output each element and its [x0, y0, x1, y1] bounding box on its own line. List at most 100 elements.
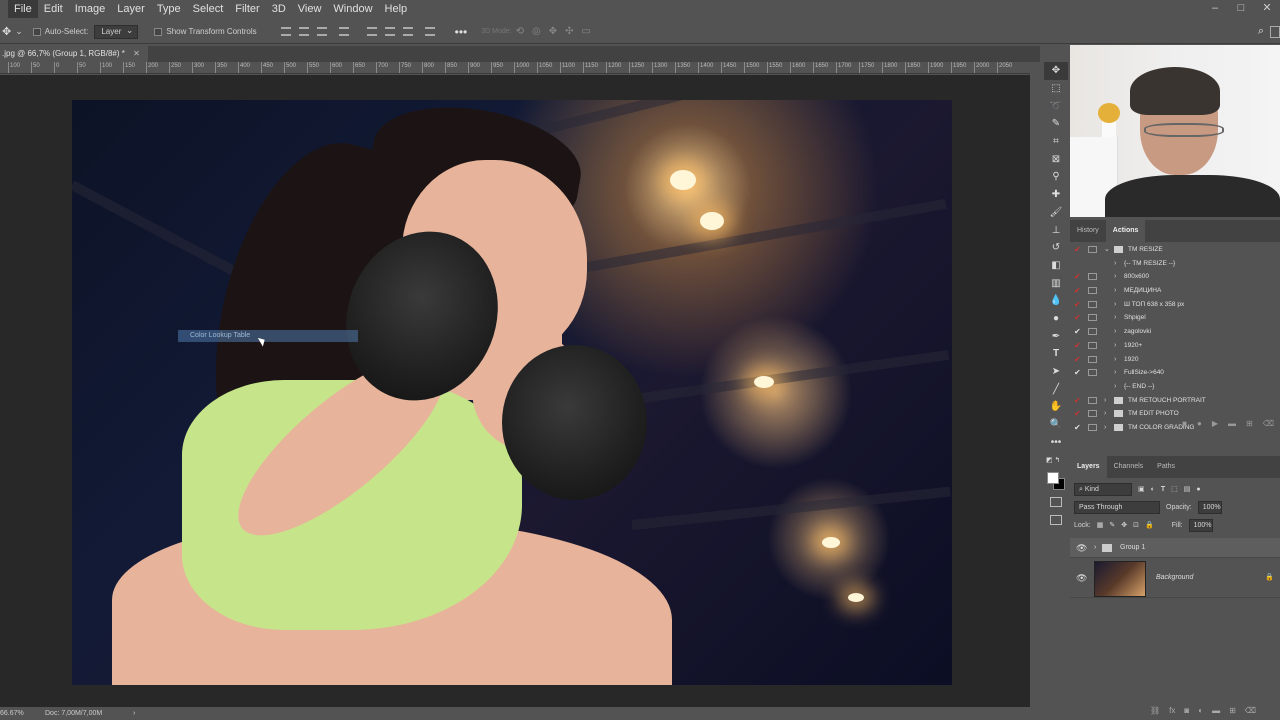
healing-brush-tool-icon[interactable]: ✚ — [1044, 186, 1068, 204]
expand-arrow-icon[interactable]: › — [1114, 270, 1116, 284]
menu-edit[interactable]: Edit — [38, 0, 69, 18]
auto-select-dropdown[interactable]: Layer — [94, 24, 139, 39]
3d-drag-icon[interactable]: ✥ — [549, 26, 557, 37]
filter-kind-dropdown[interactable]: ⌕ Kind — [1074, 482, 1132, 496]
preset-chevron-icon[interactable]: ⌄ — [15, 26, 23, 37]
filter-smart-icon[interactable]: ▤ — [1184, 485, 1191, 493]
toggle-check-icon[interactable]: ✔ — [1074, 243, 1081, 257]
align-hbottom-icon[interactable] — [402, 27, 413, 36]
auto-select-checkbox[interactable] — [32, 27, 41, 36]
3d-orbit-icon[interactable]: ⟲ — [516, 26, 524, 37]
fx-icon[interactable]: fx — [1169, 706, 1175, 720]
opacity-input[interactable]: 100% — [1197, 500, 1222, 514]
action-item[interactable]: ✔ › МЕДИЦИНА — [1070, 284, 1280, 298]
action-item[interactable]: ✔ › Ш ТОП 638 x 358 px — [1070, 298, 1280, 312]
screen-mode-icon[interactable] — [1050, 515, 1062, 525]
gradient-tool-icon[interactable]: ▥ — [1044, 274, 1068, 292]
tab-history[interactable]: History — [1070, 220, 1106, 242]
expand-arrow-icon[interactable]: › — [1114, 366, 1116, 380]
expand-arrow-icon[interactable]: ⌄ — [1104, 243, 1110, 257]
delete-layer-icon[interactable]: ⌫ — [1245, 706, 1256, 720]
zoom-level[interactable]: 66.67% — [0, 707, 30, 720]
menu-type[interactable]: Type — [151, 0, 187, 18]
marquee-tool-icon[interactable]: ⬚ — [1044, 80, 1068, 98]
layer-name[interactable]: Group 1 — [1120, 538, 1145, 558]
expand-arrow-icon[interactable]: › — [1114, 257, 1116, 271]
menu-image[interactable]: Image — [69, 0, 112, 18]
crop-tool-icon[interactable]: ⌗ — [1044, 133, 1068, 151]
action-item[interactable]: ✔ › zagolovki — [1070, 325, 1280, 339]
layer-name[interactable]: Background — [1156, 558, 1193, 598]
action-item[interactable]: › {-- END --} — [1070, 380, 1280, 394]
toggle-check-icon[interactable]: ✔ — [1074, 339, 1081, 353]
quick-select-tool-icon[interactable]: ✎ — [1044, 115, 1068, 133]
frame-tool-icon[interactable]: ⊠ — [1044, 150, 1068, 168]
close-button[interactable]: ✕ — [1254, 0, 1280, 18]
menu-3d[interactable]: 3D — [266, 0, 292, 18]
3d-roll-icon[interactable]: ◎ — [532, 26, 541, 37]
blur-tool-icon[interactable]: 💧 — [1044, 292, 1068, 310]
toggle-check-icon[interactable]: ✔ — [1074, 270, 1081, 284]
minimize-button[interactable]: – — [1202, 0, 1228, 18]
tab-channels[interactable]: Channels — [1107, 456, 1151, 478]
toggle-check-icon[interactable]: ✔ — [1074, 284, 1081, 298]
workspace-icon[interactable] — [1270, 25, 1280, 38]
expand-arrow-icon[interactable]: › — [1114, 325, 1116, 339]
menu-window[interactable]: Window — [327, 0, 378, 18]
group-expand-icon[interactable]: › — [1094, 538, 1096, 558]
history-brush-tool-icon[interactable]: ↺ — [1044, 239, 1068, 257]
lock-pixels-icon[interactable]: ▦ — [1097, 521, 1104, 529]
dialog-toggle-icon[interactable] — [1088, 246, 1097, 253]
distribute-icon[interactable] — [424, 27, 435, 36]
eyedropper-tool-icon[interactable]: ⚲ — [1044, 168, 1068, 186]
dialog-toggle-icon[interactable] — [1088, 369, 1097, 377]
lock-move-icon[interactable]: ✥ — [1121, 521, 1127, 529]
lock-artboard-icon[interactable]: ⊡ — [1133, 521, 1139, 529]
link-icon[interactable]: ⛓ — [1150, 706, 1160, 720]
dialog-toggle-icon[interactable] — [1088, 273, 1097, 281]
line-tool-icon[interactable]: ╱ — [1044, 380, 1068, 398]
more-options-icon[interactable]: ••• — [455, 25, 468, 39]
layer-row-background[interactable]: 👁 Background 🔒 — [1070, 558, 1280, 598]
dialog-toggle-icon[interactable] — [1088, 300, 1097, 308]
new-layer-icon[interactable]: ⊞ — [1229, 706, 1236, 720]
3d-slide-icon[interactable]: ✣ — [565, 26, 573, 37]
filter-pixel-icon[interactable]: ▣ — [1138, 485, 1145, 493]
visibility-eye-icon[interactable]: 👁 — [1076, 558, 1087, 598]
action-item[interactable]: › {-- TM RESIZE --} — [1070, 257, 1280, 271]
lock-all-icon[interactable]: 🔒 — [1145, 521, 1154, 529]
expand-arrow-icon[interactable]: › — [1114, 298, 1116, 312]
3d-scale-icon[interactable]: ▭ — [582, 26, 591, 37]
menu-layer[interactable]: Layer — [111, 0, 151, 18]
lasso-tool-icon[interactable]: ➰ — [1044, 97, 1068, 115]
blend-mode-dropdown[interactable]: Pass Through — [1074, 500, 1160, 514]
new-group-icon[interactable]: ▬ — [1212, 706, 1220, 720]
toggle-check-icon[interactable]: ✔ — [1074, 325, 1081, 339]
action-item[interactable]: ✔ › FullSize->640 — [1070, 366, 1280, 380]
close-tab-icon[interactable]: ✕ — [133, 49, 140, 58]
zoom-tool-icon[interactable]: 🔍 — [1044, 416, 1068, 434]
action-item[interactable]: ✔ › Shpigel — [1070, 311, 1280, 325]
adjustment-icon[interactable]: ◐ — [1198, 706, 1203, 720]
align-vcenter-icon[interactable] — [384, 27, 395, 36]
dialog-toggle-icon[interactable] — [1088, 328, 1097, 336]
move-tool-icon[interactable]: ✥ — [2, 25, 11, 38]
record-icon[interactable]: ● — [1197, 419, 1202, 428]
document-tab[interactable]: .jpg @ 66,7% (Group 1, RGB/8#) * ✕ — [0, 46, 148, 62]
filter-shape-icon[interactable]: ⬚ — [1171, 485, 1178, 493]
brush-tool-icon[interactable]: 🖌 — [1044, 204, 1068, 222]
mask-icon[interactable]: ◙ — [1184, 706, 1189, 720]
expand-arrow-icon[interactable]: › — [1104, 394, 1106, 408]
action-item[interactable]: ✔ › 1920 — [1070, 353, 1280, 367]
quick-mask-icon[interactable] — [1050, 497, 1062, 507]
menu-help[interactable]: Help — [379, 0, 414, 18]
new-action-icon[interactable]: ⊞ — [1246, 419, 1253, 428]
visibility-eye-icon[interactable]: 👁 — [1076, 538, 1087, 558]
tab-paths[interactable]: Paths — [1150, 456, 1182, 478]
maximize-button[interactable]: □ — [1228, 0, 1254, 18]
expand-arrow-icon[interactable]: › — [1114, 353, 1116, 367]
toggle-check-icon[interactable]: ✔ — [1074, 311, 1081, 325]
more-tools-icon[interactable]: ••• — [1044, 433, 1068, 451]
lock-paint-icon[interactable]: ✎ — [1109, 521, 1115, 529]
photo-canvas[interactable] — [72, 100, 952, 685]
